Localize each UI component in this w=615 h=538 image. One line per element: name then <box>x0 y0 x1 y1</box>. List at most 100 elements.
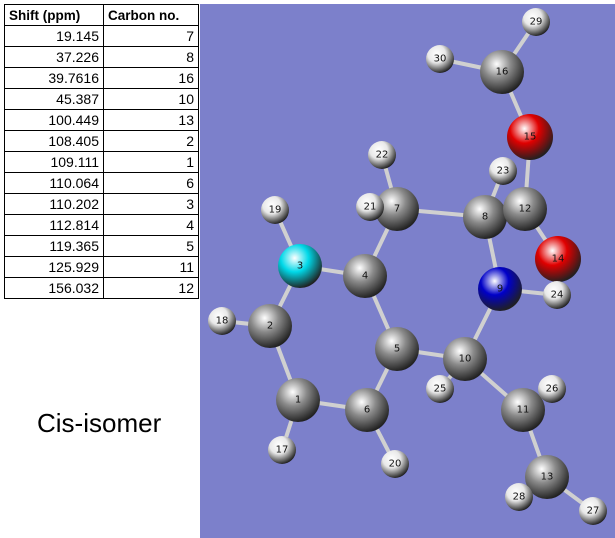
atoms-layer: 1234567891011121314151617181920212223242… <box>208 8 607 525</box>
atom-number-label: 3 <box>297 261 303 272</box>
atom-27[interactable]: 27 <box>579 497 607 525</box>
atom-1[interactable]: 1 <box>276 378 320 422</box>
atom-number-label: 14 <box>552 254 565 265</box>
atom-number-label: 19 <box>269 205 282 216</box>
carbon-number-cell: 3 <box>103 193 199 215</box>
atom-number-label: 13 <box>541 472 554 483</box>
carbon-number-cell: 8 <box>103 46 199 68</box>
atom-number-label: 24 <box>551 290 564 301</box>
table-row: 37.226 8 <box>4 46 199 68</box>
table-row: 156.032 12 <box>4 277 199 299</box>
shift-value-cell: 112.814 <box>4 214 104 236</box>
shift-column-header: Shift (ppm) <box>4 4 104 26</box>
table-row: 39.7616 16 <box>4 67 199 89</box>
table-row: 112.814 4 <box>4 214 199 236</box>
table-row: 119.365 5 <box>4 235 199 257</box>
atom-28[interactable]: 28 <box>505 483 533 511</box>
shift-value-cell: 110.064 <box>4 172 104 194</box>
atom-number-label: 5 <box>394 344 400 355</box>
isomer-label: Cis-isomer <box>37 408 162 438</box>
atom-number-label: 26 <box>546 384 559 395</box>
shift-value-cell: 19.145 <box>4 25 104 47</box>
atom-20[interactable]: 20 <box>381 450 409 478</box>
atom-4[interactable]: 4 <box>343 254 387 298</box>
atom-15[interactable]: 15 <box>507 114 553 160</box>
atom-16[interactable]: 16 <box>480 50 524 94</box>
carbon-number-cell: 4 <box>103 214 199 236</box>
atom-12[interactable]: 12 <box>503 187 547 231</box>
table-row: 110.202 3 <box>4 193 199 215</box>
atom-14[interactable]: 14 <box>535 236 581 282</box>
carbon-number-cell: 6 <box>103 172 199 194</box>
table-row: 110.064 6 <box>4 172 199 194</box>
atom-2[interactable]: 2 <box>248 304 292 348</box>
atom-26[interactable]: 26 <box>538 375 566 403</box>
carbon-number-cell: 2 <box>103 130 199 152</box>
atom-10[interactable]: 10 <box>443 337 487 381</box>
atom-25[interactable]: 25 <box>426 375 454 403</box>
atom-number-label: 27 <box>587 506 600 517</box>
atom-21[interactable]: 21 <box>356 193 384 221</box>
atom-number-label: 11 <box>517 405 530 416</box>
shift-value-cell: 119.365 <box>4 235 104 257</box>
shift-value-cell: 109.111 <box>4 151 104 173</box>
atom-number-label: 6 <box>364 405 370 416</box>
shift-value-cell: 39.7616 <box>4 67 104 89</box>
table-row: 125.929 11 <box>4 256 199 278</box>
shift-value-cell: 110.202 <box>4 193 104 215</box>
carbon-number-cell: 13 <box>103 109 199 131</box>
atom-number-label: 21 <box>364 202 377 213</box>
molecule-model[interactable]: 1234567891011121314151617181920212223242… <box>200 4 615 538</box>
table-row: 100.449 13 <box>4 109 199 131</box>
atom-23[interactable]: 23 <box>489 157 517 185</box>
atom-number-label: 10 <box>459 354 472 365</box>
atom-3[interactable]: 3 <box>278 244 322 288</box>
atom-number-label: 29 <box>530 17 543 28</box>
table-row: 109.111 1 <box>4 151 199 173</box>
atom-number-label: 22 <box>376 150 389 161</box>
carbon-number-cell: 7 <box>103 25 199 47</box>
atom-8[interactable]: 8 <box>463 195 507 239</box>
carbon-number-cell: 5 <box>103 235 199 257</box>
table-row: 19.145 7 <box>4 25 199 47</box>
atom-number-label: 7 <box>394 204 400 215</box>
atom-11[interactable]: 11 <box>501 388 545 432</box>
atom-9[interactable]: 9 <box>478 267 522 311</box>
shift-value-cell: 125.929 <box>4 256 104 278</box>
atom-30[interactable]: 30 <box>426 45 454 73</box>
atom-number-label: 17 <box>276 445 289 456</box>
shift-value-cell: 156.032 <box>4 277 104 299</box>
shift-value-cell: 108.405 <box>4 130 104 152</box>
atom-number-label: 12 <box>519 204 532 215</box>
atom-number-label: 23 <box>497 166 510 177</box>
atom-number-label: 18 <box>216 316 229 327</box>
atom-number-label: 28 <box>513 492 526 503</box>
atom-29[interactable]: 29 <box>522 8 550 36</box>
atom-number-label: 25 <box>434 384 447 395</box>
shift-value-cell: 45.387 <box>4 88 104 110</box>
table-row: 108.405 2 <box>4 130 199 152</box>
atom-number-label: 15 <box>524 132 537 143</box>
atom-24[interactable]: 24 <box>543 281 571 309</box>
carbon-column-header: Carbon no. <box>103 4 199 26</box>
chemical-shift-table: Shift (ppm) Carbon no. 19.145 7 37.226 8 39.… <box>4 4 199 299</box>
shift-value-cell: 100.449 <box>4 109 104 131</box>
carbon-number-cell: 11 <box>103 256 199 278</box>
atom-18[interactable]: 18 <box>208 307 236 335</box>
atom-number-label: 4 <box>362 271 368 282</box>
atom-6[interactable]: 6 <box>345 388 389 432</box>
atom-17[interactable]: 17 <box>268 436 296 464</box>
shift-value-cell: 37.226 <box>4 46 104 68</box>
atom-number-label: 9 <box>497 284 503 295</box>
carbon-number-cell: 1 <box>103 151 199 173</box>
atom-5[interactable]: 5 <box>375 327 419 371</box>
carbon-number-cell: 16 <box>103 67 199 89</box>
atom-number-label: 2 <box>267 321 273 332</box>
molecule-3d-view[interactable]: 1 2 3 4 5 6 7 8 9 10 11 12 13 14 15 16 17 18 19 20 21 22 23 24 2… <box>200 4 615 538</box>
atom-19[interactable]: 19 <box>261 196 289 224</box>
atom-22[interactable]: 22 <box>368 141 396 169</box>
table-header-row: Shift (ppm) Carbon no. <box>4 4 199 26</box>
table-row: 45.387 10 <box>4 88 199 110</box>
atom-number-label: 16 <box>496 67 509 78</box>
atom-number-label: 30 <box>434 54 447 65</box>
